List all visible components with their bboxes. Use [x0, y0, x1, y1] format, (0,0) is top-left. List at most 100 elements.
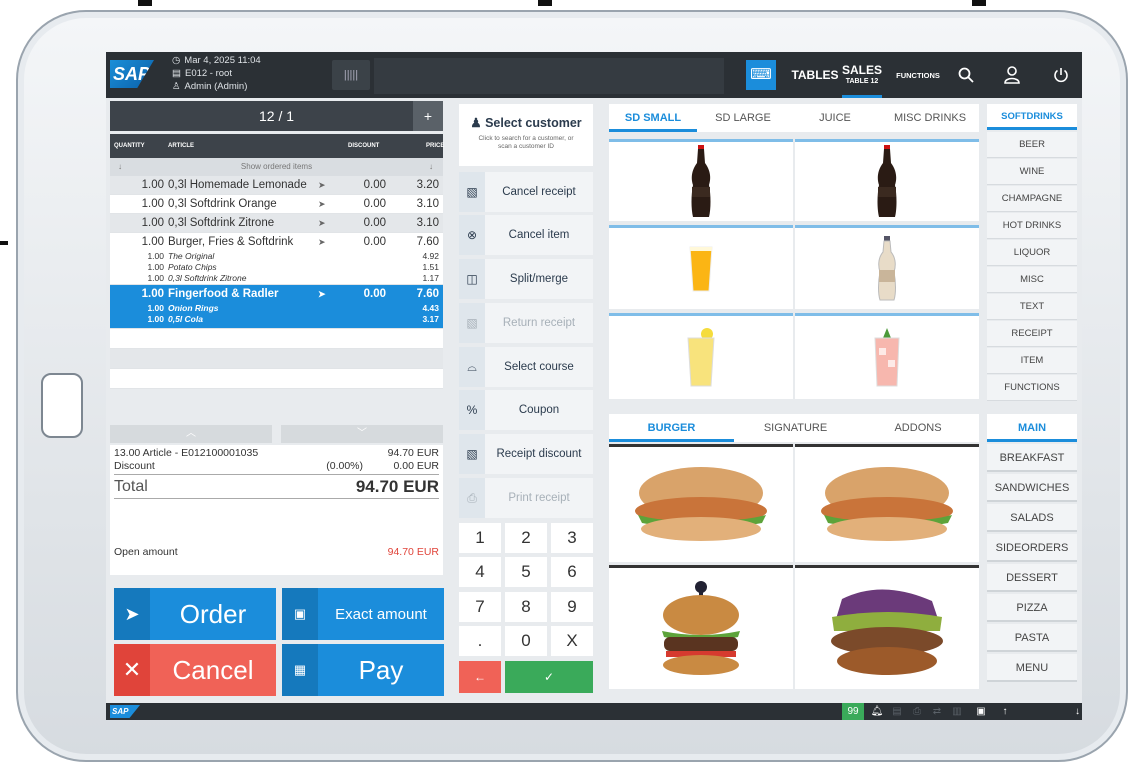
scan-input[interactable] [374, 58, 724, 94]
cancel-receipt-button[interactable]: ▧ Cancel receipt [459, 172, 593, 212]
keyboard-icon[interactable]: ⌨ [746, 60, 776, 90]
item-article: 0,3l Softdrink Zitrone [168, 217, 275, 229]
tab-addons[interactable]: ADDONS [857, 414, 979, 442]
arrow-down-icon: ↓ [429, 162, 433, 171]
receipt-row-selected[interactable]: 1.00 Fingerfood & Radler ➤ 0.00 7.60 1.00 Oni… [110, 285, 443, 329]
item-qty: 1.00 [141, 217, 164, 229]
numpad-key[interactable]: 4 [459, 557, 501, 587]
category-misc[interactable]: MISC [987, 267, 1077, 293]
total-value: 94.70 EUR [355, 477, 439, 496]
power-icon[interactable] [1041, 52, 1081, 98]
notification-count[interactable]: 99 [842, 703, 864, 720]
split-icon: ◫ [459, 259, 485, 299]
category-sandwiches[interactable]: SANDWICHES [987, 474, 1077, 502]
category-menu[interactable]: MENU [987, 654, 1077, 682]
numpad-key[interactable]: 7 [459, 592, 501, 622]
category-softdrinks[interactable]: SOFTDRINKS [987, 104, 1077, 130]
cancel-item-button[interactable]: ⊗ Cancel item [459, 215, 593, 255]
exact-amount-button[interactable]: ▣ Exact amount [282, 588, 444, 640]
category-dessert[interactable]: DESSERT [987, 564, 1077, 592]
category-beer[interactable]: BEER [987, 132, 1077, 158]
category-functions[interactable]: FUNCTIONS [987, 375, 1077, 401]
coupon-button[interactable]: % Coupon [459, 390, 593, 430]
category-champagne[interactable]: CHAMPAGNE [987, 186, 1077, 212]
product-tile-orange[interactable] [609, 225, 793, 309]
tab-sd-large[interactable]: SD LARGE [697, 104, 789, 132]
show-ordered-items[interactable]: ↓ Show ordered items ↓ [110, 158, 443, 176]
product-tile-chicken-burger-2[interactable] [795, 444, 979, 562]
sales-button[interactable]: SALES TABLE 12 [842, 52, 882, 98]
category-main[interactable]: MAIN [987, 414, 1077, 442]
numpad-key[interactable]: 5 [505, 557, 547, 587]
frame-mark [0, 241, 8, 245]
scroll-down-button[interactable]: ﹀ [281, 425, 443, 443]
numpad-key[interactable]: 1 [459, 523, 501, 553]
drawer-icon[interactable]: ▣ [972, 703, 990, 720]
numpad-key[interactable]: 6 [551, 557, 593, 587]
confirm-button[interactable]: ✓ [505, 661, 593, 693]
product-tile-iced-drink[interactable] [795, 313, 979, 399]
product-tile-cola[interactable] [609, 139, 793, 221]
receipt-row[interactable]: 1.00 0,3l Softdrink Orange ➤ 0.00 3.10 [110, 195, 443, 214]
category-text[interactable]: TEXT [987, 294, 1077, 320]
item-article: Burger, Fries & Softdrink [168, 236, 294, 248]
user-profile-icon[interactable] [992, 52, 1032, 98]
category-receipt[interactable]: RECEIPT [987, 321, 1077, 347]
search-icon[interactable] [946, 52, 986, 98]
numpad-key[interactable]: 3 [551, 523, 593, 553]
arrow-up-icon[interactable]: ↑ [996, 703, 1014, 720]
category-breakfast[interactable]: BREAKFAST [987, 444, 1077, 472]
receipt-row[interactable]: 1.00 0,3l Homemade Lemonade ➤ 0.00 3.20 [110, 176, 443, 195]
backspace-button[interactable]: ← [459, 661, 501, 693]
numpad-key[interactable]: 8 [505, 592, 547, 622]
cancel-button[interactable]: ✕ Cancel [114, 644, 276, 696]
print-receipt-button[interactable]: ⎙ Print receipt [459, 478, 593, 518]
tab-burger[interactable]: BURGER [609, 414, 734, 442]
category-hot-drinks[interactable]: HOT DRINKS [987, 213, 1077, 239]
numpad-key[interactable]: 2 [505, 523, 547, 553]
product-tile-pulled-burger[interactable] [795, 565, 979, 689]
item-qty: 1.00 [141, 198, 164, 210]
numpad-key[interactable]: . [459, 626, 501, 656]
product-tile-classic-burger[interactable] [609, 565, 793, 689]
return-receipt-button[interactable]: ▧ Return receipt [459, 303, 593, 343]
arrow-down-icon[interactable]: ↓ [1020, 703, 1080, 720]
receipt-row[interactable]: 1.00 0,3l Softdrink Zitrone ➤ 0.00 3.10 [110, 214, 443, 233]
add-receipt-button[interactable]: + [413, 101, 443, 131]
receipt-row[interactable]: 1.00 Burger, Fries & Softdrink ➤ 0.00 7.60 1… [110, 233, 443, 285]
tab-misc-drinks[interactable]: MISC DRINKS [881, 104, 979, 132]
category-liquor[interactable]: LIQUOR [987, 240, 1077, 266]
barcode-icon[interactable]: ||||| [332, 60, 370, 90]
numpad-key[interactable]: 9 [551, 592, 593, 622]
select-customer-button[interactable]: ♟ Select customer Click to search for a … [459, 104, 593, 166]
item-price: 3.10 [416, 217, 439, 229]
functions-button[interactable]: FUNCTIONS [890, 52, 946, 98]
category-pizza[interactable]: PIZZA [987, 594, 1077, 622]
pay-button[interactable]: ▦ Pay [282, 644, 444, 696]
category-wine[interactable]: WINE [987, 159, 1077, 185]
category-salads[interactable]: SALADS [987, 504, 1077, 532]
select-course-button[interactable]: ⌓ Select course [459, 347, 593, 387]
bell-icon[interactable]: 🔔︎ [868, 703, 886, 720]
tab-sd-small[interactable]: SD SMALL [609, 104, 697, 132]
product-tile-cola-large[interactable] [795, 139, 979, 221]
tables-button[interactable]: TABLES [791, 52, 838, 98]
category-item[interactable]: ITEM [987, 348, 1077, 374]
tab-signature[interactable]: SIGNATURE [734, 414, 857, 442]
scroll-up-button[interactable]: ︿ [110, 425, 272, 443]
product-tile-lemonade[interactable] [609, 313, 793, 399]
split-merge-button[interactable]: ◫ Split/merge [459, 259, 593, 299]
product-tile-bottle[interactable] [795, 225, 979, 309]
numpad-key[interactable]: X [551, 626, 593, 656]
receipt-discount-button[interactable]: ▧ Receipt discount [459, 434, 593, 474]
category-pasta[interactable]: PASTA [987, 624, 1077, 652]
network-icon: ⇄ [932, 706, 942, 717]
tab-juice[interactable]: JUICE [789, 104, 881, 132]
product-tile-chicken-burger[interactable] [609, 444, 793, 562]
top-bar: SAP ◷ Mar 4, 2025 11:04 ▤ E012 - root ♙ Adm… [106, 52, 1082, 98]
order-button[interactable]: ➤ Order [114, 588, 276, 640]
home-button[interactable] [41, 373, 83, 438]
category-sideorders[interactable]: SIDEORDERS [987, 534, 1077, 562]
numpad-key[interactable]: 0 [505, 626, 547, 656]
frame-mark [538, 0, 552, 6]
